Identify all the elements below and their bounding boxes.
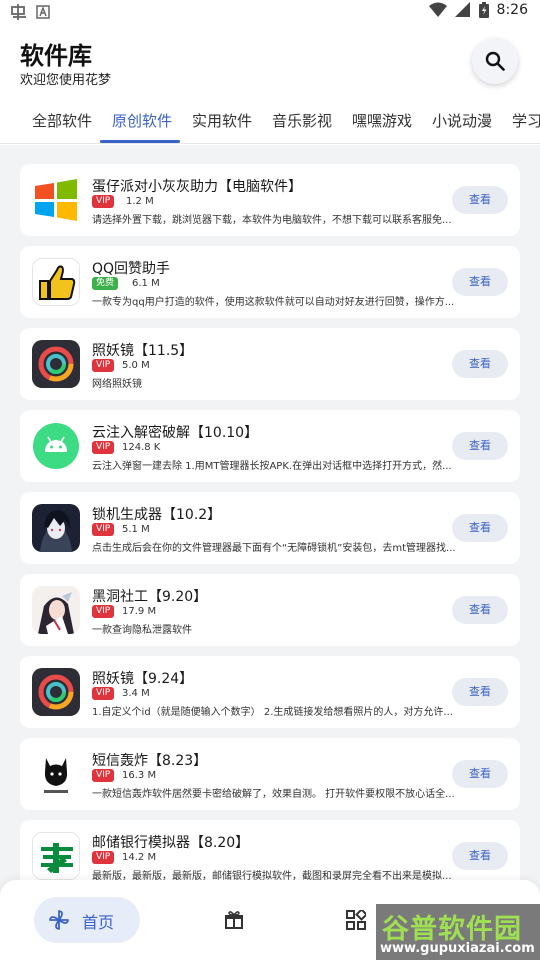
watermark-url: www.gupuxiazai.com — [380, 941, 535, 956]
ring-logo-icon — [32, 668, 80, 716]
vip-badge: VIP — [92, 441, 115, 454]
vip-badge: VIP — [92, 605, 115, 618]
app-size: 5.0 M — [122, 360, 150, 371]
anime-avatar-icon — [32, 504, 80, 552]
app-description: 一款查询隐私泄露软件 — [92, 625, 192, 636]
tab-all-software[interactable]: 全部软件 — [32, 110, 92, 131]
app-size: 17.9 M — [122, 606, 157, 617]
app-description: 请选择外置下载，跳浏览器下载，本软件为电脑软件，不想下载可以联系客服免... — [92, 215, 452, 226]
app-title: 短信轰炸【8.23】 — [92, 753, 208, 769]
app-size: 1.2 M — [126, 196, 154, 207]
category-tabs: 全部软件 原创软件 实用软件 音乐影视 嘿嘿游戏 小说动漫 学习 — [0, 96, 540, 144]
windows-logo-icon — [32, 176, 80, 224]
search-icon — [485, 51, 505, 71]
app-title: 蛋仔派对小灰灰助力【电脑软件】 — [92, 179, 302, 195]
app-description: 一款专为qq用户打造的软件，使用这款软件就可以自动对好友进行回赞，操作方... — [92, 297, 455, 308]
view-button[interactable]: 查看 — [452, 596, 508, 624]
app-size: 14.2 M — [122, 852, 157, 863]
free-badge: 免费 — [92, 277, 119, 290]
app-size: 6.1 M — [132, 278, 160, 289]
view-button[interactable]: 查看 — [452, 760, 508, 788]
app-description: 一款短信轰炸软件居然要卡密给破解了，效果自测。 打开软件要权限不放心话全... — [92, 789, 455, 800]
view-button[interactable]: 查看 — [452, 186, 508, 214]
view-button[interactable]: 查看 — [452, 514, 508, 542]
tab-novels-anime[interactable]: 小说动漫 — [432, 110, 492, 131]
nav-home[interactable]: 首页 — [34, 897, 140, 943]
app-title: QQ回赞助手 — [92, 261, 171, 277]
app-title: 邮储银行模拟器【8.20】 — [92, 835, 250, 851]
view-button[interactable]: 查看 — [452, 432, 508, 460]
view-button[interactable]: 查看 — [452, 268, 508, 296]
cat-logo-icon — [32, 750, 80, 798]
watermark: 谷普软件园 www.gupuxiazai.com — [376, 904, 540, 960]
app-card[interactable]: 短信轰炸【8.23】 VIP 16.3 M 一款短信轰炸软件居然要卡密给破解了，… — [20, 738, 520, 810]
tab-study[interactable]: 学习 — [512, 110, 540, 131]
vip-badge: VIP — [92, 523, 115, 536]
app-title: 锁机生成器【10.2】 — [92, 507, 222, 523]
pinwheel-icon — [49, 910, 69, 930]
view-button[interactable]: 查看 — [452, 842, 508, 870]
app-size: 5.1 M — [122, 524, 150, 535]
view-button[interactable]: 查看 — [452, 678, 508, 706]
vip-badge: VIP — [92, 851, 115, 864]
page-title: 软件库 — [20, 42, 92, 70]
app-card[interactable]: 照妖镜【9.24】 VIP 3.4 M 1.自定义个id（就是随便输入个数字） … — [20, 656, 520, 728]
tab-music-video[interactable]: 音乐影视 — [272, 110, 332, 131]
app-list: 蛋仔派对小灰灰助力【电脑软件】 VIP 1.2 M 请选择外置下载，跳浏览器下载… — [0, 145, 540, 960]
thumbs-up-icon — [32, 258, 80, 306]
app-title: 黑洞社工【9.20】 — [92, 589, 208, 605]
battery-icon — [478, 2, 489, 18]
app-card[interactable]: 黑洞社工【9.20】 VIP 17.9 M 一款查询隐私泄露软件 查看 — [20, 574, 520, 646]
active-tab-indicator — [100, 140, 180, 143]
tab-original-software[interactable]: 原创软件 — [112, 110, 172, 131]
app-description: 网络照妖镜 — [92, 379, 142, 390]
app-card[interactable]: 蛋仔派对小灰灰助力【电脑软件】 VIP 1.2 M 请选择外置下载，跳浏览器下载… — [20, 164, 520, 236]
app-description: 1.自定义个id（就是随便输入个数字） 2.生成链接发给想看照片的人，对方允许.… — [92, 707, 453, 718]
postal-bank-icon — [32, 832, 80, 880]
tab-games[interactable]: 嘿嘿游戏 — [352, 110, 412, 131]
ring-logo-icon — [32, 340, 80, 388]
search-button[interactable] — [472, 38, 518, 84]
tab-utility-software[interactable]: 实用软件 — [192, 110, 252, 131]
app-card[interactable]: 云注入解密破解【10.10】 VIP 124.8 K 云注入弹窗一建去除 1.用… — [20, 410, 520, 482]
vip-badge: VIP — [92, 687, 115, 700]
vip-badge: VIP — [92, 769, 115, 782]
app-size: 16.3 M — [122, 770, 157, 781]
app-title: 照妖镜【9.24】 — [92, 671, 194, 687]
app-card[interactable]: QQ回赞助手 免费 6.1 M 一款专为qq用户打造的软件，使用这款软件就可以自… — [20, 246, 520, 318]
status-time: 8:26 — [496, 2, 528, 18]
app-card[interactable]: 照妖镜【11.5】 VIP 5.0 M 网络照妖镜 查看 — [20, 328, 520, 400]
status-bar: 8:26 — [0, 0, 540, 24]
vip-badge: VIP — [92, 195, 115, 208]
signal-icon — [454, 2, 470, 17]
app-card[interactable]: 锁机生成器【10.2】 VIP 5.1 M 点击生成后会在你的文件管理器最下面有… — [20, 492, 520, 564]
nav-apps[interactable] — [346, 908, 368, 934]
text-notification-icon — [36, 5, 50, 19]
nav-gift[interactable] — [224, 910, 244, 934]
grid-icon — [346, 908, 368, 930]
app-title: 照妖镜【11.5】 — [92, 343, 194, 359]
vip-badge: VIP — [92, 359, 115, 372]
header: 软件库 欢迎您使用花梦 — [0, 24, 540, 96]
app-title: 云注入解密破解【10.10】 — [92, 425, 259, 441]
gift-icon — [225, 911, 243, 929]
anime-girl-icon — [32, 586, 80, 634]
nav-home-label: 首页 — [82, 913, 115, 932]
app-description: 点击生成后会在你的文件管理器最下面有个“无障碍锁机”安装包，去mt管理器找... — [92, 543, 456, 554]
app-size: 124.8 K — [122, 442, 161, 453]
app-notification-icon — [11, 4, 26, 20]
app-description: 云注入弹窗一建去除 1.用MT管理器长按APK.在弹出对话框中选择打开方式，然.… — [92, 461, 452, 472]
app-size: 3.4 M — [122, 688, 150, 699]
android-icon — [32, 422, 80, 470]
page-subtitle: 欢迎您使用花梦 — [20, 73, 112, 88]
wifi-icon — [428, 2, 447, 17]
view-button[interactable]: 查看 — [452, 350, 508, 378]
